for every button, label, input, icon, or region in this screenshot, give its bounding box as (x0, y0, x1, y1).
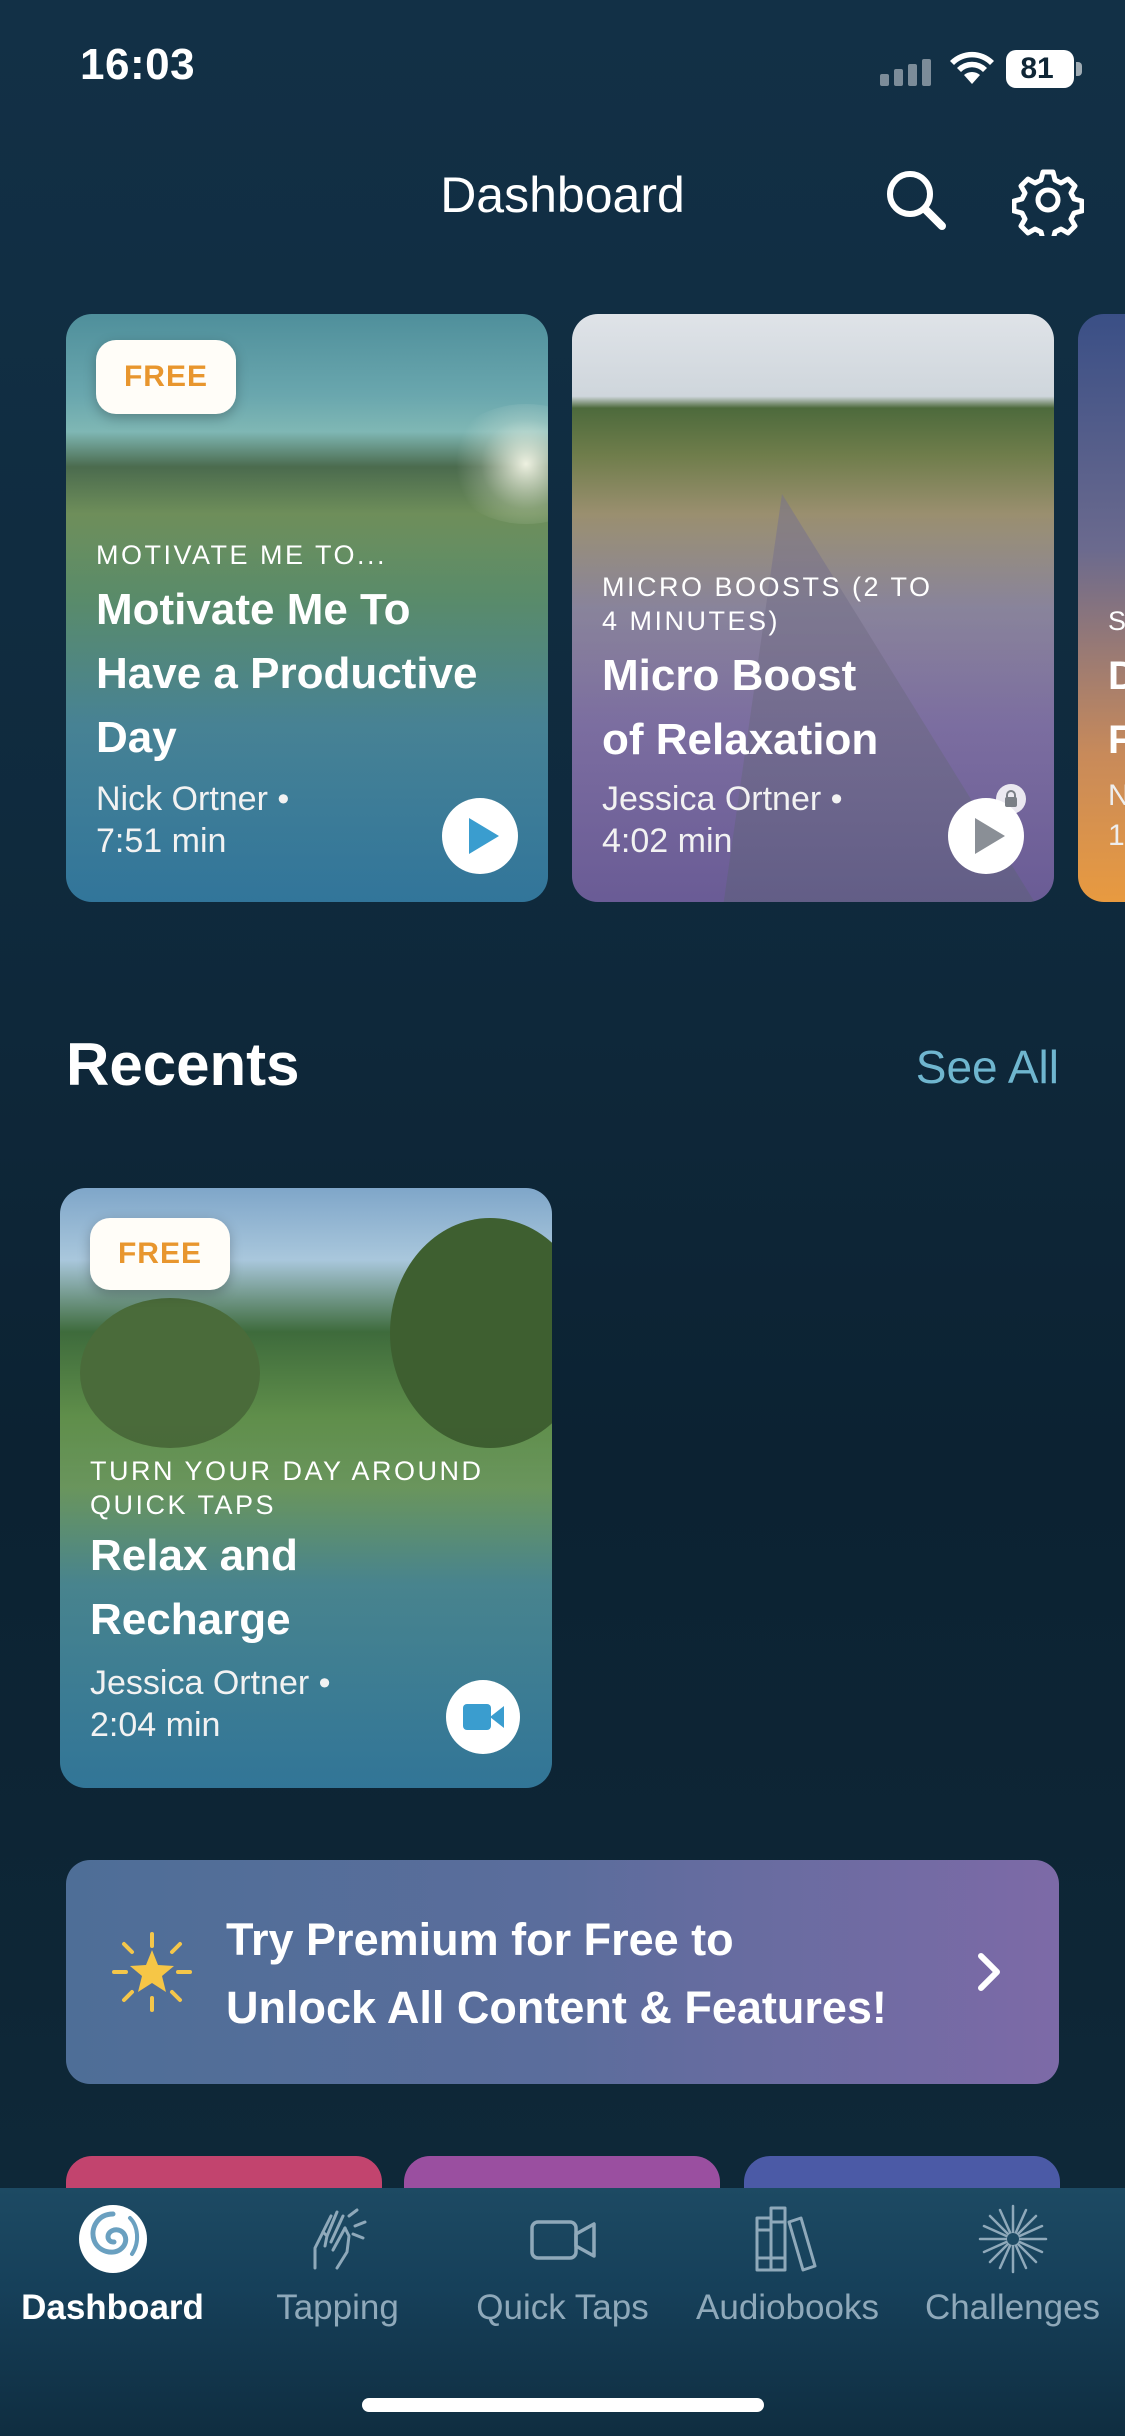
wifi-icon (950, 51, 994, 84)
gear-icon[interactable] (1012, 164, 1084, 236)
dashboard-screen: 16:03 81 Dashboard FREE MOTIVATE ME TO..… (0, 0, 1125, 2436)
swirl-logo-icon (79, 2205, 147, 2273)
premium-banner[interactable]: Try Premium for Free to Unlock All Conte… (66, 1860, 1059, 2084)
video-icon[interactable] (446, 1680, 520, 1754)
free-badge: FREE (96, 340, 236, 414)
featured-card[interactable]: FREE MOTIVATE ME TO... Motivate Me To Ha… (66, 314, 548, 902)
featured-carousel[interactable]: FREE MOTIVATE ME TO... Motivate Me To Ha… (0, 314, 1125, 902)
lock-icon (996, 784, 1026, 814)
tab-label: Challenges (924, 2288, 1101, 2327)
card-author: Jessica Ortner • (602, 780, 843, 818)
card-title: D F (1108, 654, 1125, 762)
tab-label: Audiobooks (696, 2288, 879, 2327)
tab-challenges[interactable]: Challenges (900, 2188, 1125, 2338)
cellular-signal-icon (880, 59, 931, 86)
card-category: MOTIVATE ME TO... (96, 540, 388, 570)
free-badge: FREE (90, 1218, 230, 1290)
card-title: Micro Boost of Relaxation (602, 651, 879, 764)
tab-label: Tapping (276, 2288, 399, 2327)
card-meta: Jessica Ortner • 4:02 min (602, 778, 843, 862)
tab-label: Dashboard (21, 2288, 204, 2327)
card-meta: Jessica Ortner • 2:04 min (90, 1662, 331, 1746)
tab-label: Quick Taps (476, 2288, 649, 2327)
home-indicator (362, 2398, 764, 2412)
card-author: Nick Ortner • (96, 780, 290, 818)
chevron-right-icon (978, 1953, 1000, 1991)
card-title: Motivate Me To Have a Productive Day (96, 585, 478, 762)
tab-tapping[interactable]: Tapping (225, 2188, 450, 2338)
status-time: 16:03 (80, 40, 196, 89)
page-title: Dashboard (440, 167, 685, 223)
tab-dashboard[interactable]: Dashboard (0, 2188, 225, 2338)
battery-level: 81 (1020, 52, 1054, 85)
card-meta: Nick Ortner • 7:51 min (96, 778, 289, 862)
tab-quick-taps[interactable]: Quick Taps (450, 2188, 675, 2338)
play-icon[interactable] (442, 798, 518, 874)
card-category: TURN YOUR DAY AROUND QUICK TAPS (90, 1456, 484, 1520)
card-meta: N 1 (1108, 779, 1125, 852)
recent-card[interactable]: FREE TURN YOUR DAY AROUND QUICK TAPS Rel… (60, 1188, 552, 1788)
recents-heading: Recents (66, 1031, 300, 1098)
premium-text: Try Premium for Free to Unlock All Conte… (226, 1914, 887, 2033)
tapping-hands-icon (313, 2208, 367, 2270)
card-author: Jessica Ortner • (90, 1664, 331, 1702)
card-duration: 7:51 min (96, 822, 227, 860)
card-title: Relax and Recharge (90, 1531, 298, 1644)
star-icon (112, 1932, 192, 2012)
tab-audiobooks[interactable]: Audiobooks (675, 2188, 900, 2338)
featured-card[interactable]: MICRO BOOSTS (2 TO 4 MINUTES) Micro Boos… (572, 314, 1054, 902)
see-all-link[interactable]: See All (916, 1040, 1059, 1094)
sparkle-burst-icon (978, 2204, 1048, 2274)
card-duration: 2:04 min (90, 1706, 221, 1744)
card-category: MICRO BOOSTS (2 TO 4 MINUTES) (602, 572, 933, 636)
search-icon[interactable] (880, 164, 952, 236)
books-icon (755, 2206, 817, 2272)
status-bar: 16:03 81 (0, 0, 1125, 140)
video-camera-icon (530, 2220, 596, 2260)
battery-icon: 81 (1006, 50, 1082, 88)
featured-card-partial[interactable]: S D F N 1 (1078, 314, 1125, 902)
card-duration: 4:02 min (602, 822, 733, 860)
